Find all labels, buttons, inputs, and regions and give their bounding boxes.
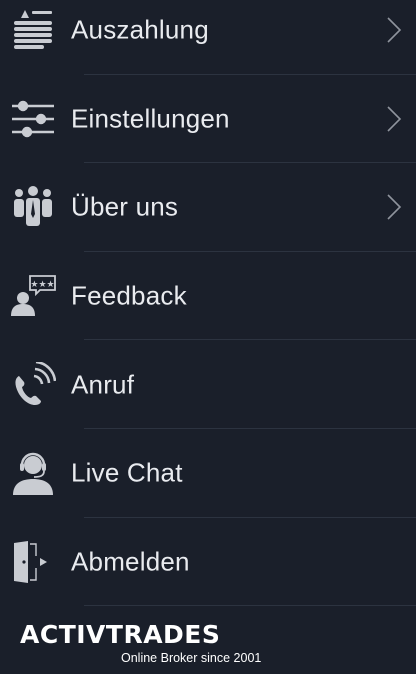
headset-agent-icon xyxy=(10,450,56,496)
menu-item-label: Feedback xyxy=(71,280,187,311)
menu-item-live-chat[interactable]: Live Chat xyxy=(0,429,416,518)
menu-item-label: Über uns xyxy=(71,191,179,222)
svg-text:★★★: ★★★ xyxy=(30,280,54,290)
activtrades-logo: ACTIVTRADES Online Broker since 2001 xyxy=(20,616,261,668)
divider xyxy=(84,605,416,607)
menu-item-label: Auszahlung xyxy=(71,14,209,45)
chevron-right-icon xyxy=(387,17,402,43)
menu-item-abmelden[interactable]: Abmelden xyxy=(0,518,416,607)
menu-item-anruf[interactable]: Anruf xyxy=(0,340,416,429)
menu-item-einstellungen[interactable]: Einstellungen xyxy=(0,75,416,164)
chevron-right-icon xyxy=(387,106,402,132)
settings-sliders-icon xyxy=(10,96,56,142)
menu-item-auszahlung[interactable]: Auszahlung xyxy=(0,0,416,75)
menu-item-label: Einstellungen xyxy=(71,103,230,134)
brand-tagline: Online Broker since 2001 xyxy=(121,651,262,665)
feedback-icon: ★★★ xyxy=(10,273,56,319)
menu-item-label: Abmelden xyxy=(71,546,190,577)
menu-item-label: Live Chat xyxy=(71,457,183,488)
team-icon xyxy=(10,184,56,230)
brand-name: ACTIVTRADES xyxy=(20,620,221,649)
phone-call-icon xyxy=(10,361,56,408)
side-menu: Auszahlung Einstellungen Über uns ★★★ Fe… xyxy=(0,0,416,607)
chevron-right-icon xyxy=(387,194,402,221)
menu-item-label: Anruf xyxy=(71,369,135,400)
withdraw-icon xyxy=(10,7,56,53)
menu-item-feedback[interactable]: ★★★ Feedback xyxy=(0,252,416,341)
logout-door-icon xyxy=(10,539,56,585)
menu-item-ueber-uns[interactable]: Über uns xyxy=(0,163,416,252)
